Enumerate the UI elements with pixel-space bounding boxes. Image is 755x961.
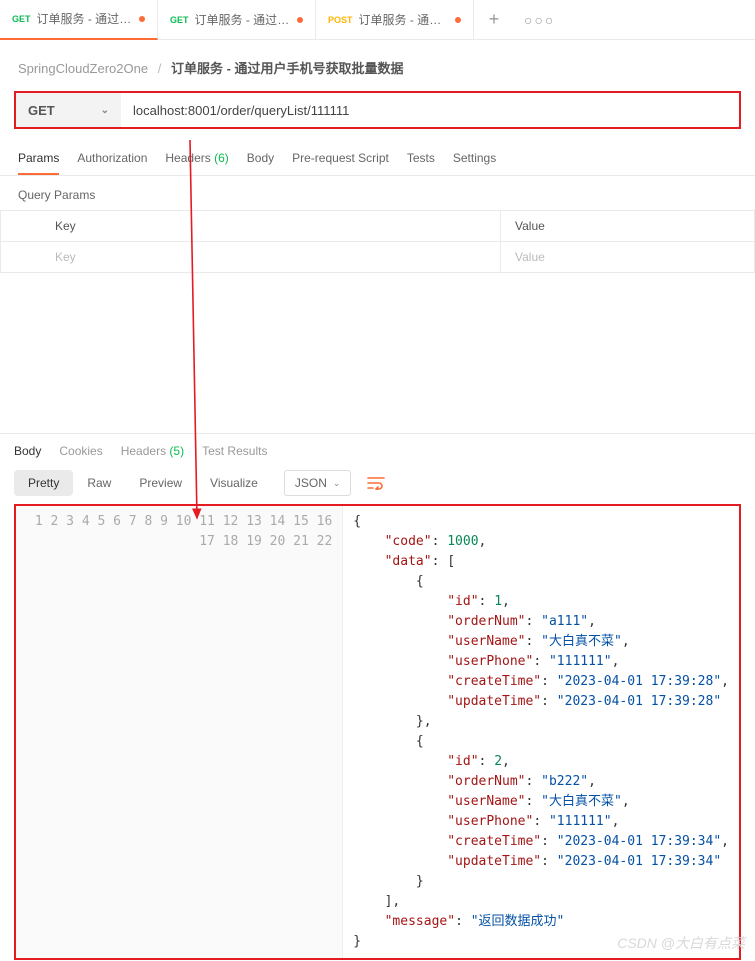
tab-method: POST (328, 15, 353, 25)
breadcrumb-collection[interactable]: SpringCloudZero2One (18, 61, 148, 76)
tab-1[interactable]: GET 订单服务 - 通过订单号删除 (158, 0, 316, 40)
breadcrumb: SpringCloudZero2One / 订单服务 - 通过用户手机号获取批量… (0, 40, 755, 91)
http-method-label: GET (28, 103, 55, 118)
tab-method: GET (170, 15, 189, 25)
tab-2[interactable]: POST 订单服务 - 通过订单号修改 (316, 0, 474, 40)
tab-title: 订单服务 - 通过订单号修改 (359, 11, 449, 28)
dirty-dot (455, 17, 461, 23)
subtab-settings[interactable]: Settings (453, 143, 496, 175)
chevron-down-icon: ⌄ (333, 478, 341, 489)
query-params-label: Query Params (0, 176, 755, 210)
request-subtabs: Params Authorization Headers (6) Body Pr… (0, 143, 755, 175)
dirty-dot (139, 16, 145, 22)
subtab-headers[interactable]: Headers (6) (165, 143, 228, 175)
column-header-value: Value (501, 211, 755, 242)
line-gutter: 1 2 3 4 5 6 7 8 9 10 11 12 13 14 15 16 1… (16, 506, 343, 958)
subtab-params[interactable]: Params (18, 143, 59, 175)
new-tab-button[interactable]: + (474, 9, 514, 30)
wrap-lines-icon[interactable] (361, 472, 391, 494)
response-tabs: Body Cookies Headers (5) Test Results (0, 434, 755, 466)
view-visualize[interactable]: Visualize (196, 470, 272, 496)
column-header-key: Key (1, 211, 501, 242)
tab-method: GET (12, 14, 31, 24)
dirty-dot (297, 17, 303, 23)
param-key-input[interactable] (55, 250, 486, 264)
request-url-bar: GET ⌄ (14, 91, 741, 129)
watermark: CSDN @大白有点菜 (617, 933, 745, 953)
breadcrumb-request: 订单服务 - 通过用户手机号获取批量数据 (171, 61, 404, 76)
param-value-input[interactable] (515, 250, 740, 264)
view-raw[interactable]: Raw (73, 470, 125, 496)
table-row[interactable] (1, 242, 755, 273)
response-toolbar: Pretty Raw Preview Visualize JSON ⌄ (0, 466, 755, 504)
request-tabs: GET 订单服务 - 通过用户手机号 GET 订单服务 - 通过订单号删除 PO… (0, 0, 755, 40)
query-params-table: Key Value (0, 210, 755, 273)
tab-title: 订单服务 - 通过用户手机号 (37, 10, 133, 27)
http-method-select[interactable]: GET ⌄ (16, 93, 121, 127)
tab-0[interactable]: GET 订单服务 - 通过用户手机号 (0, 0, 158, 40)
view-pretty[interactable]: Pretty (14, 470, 73, 496)
chevron-down-icon: ⌄ (101, 105, 109, 116)
resp-tab-body[interactable]: Body (14, 444, 41, 458)
tab-title: 订单服务 - 通过订单号删除 (195, 11, 291, 28)
resp-tab-testresults[interactable]: Test Results (202, 444, 267, 458)
subtab-authorization[interactable]: Authorization (77, 143, 147, 175)
response-body: 1 2 3 4 5 6 7 8 9 10 11 12 13 14 15 16 1… (14, 504, 741, 960)
url-input[interactable] (121, 93, 739, 127)
breadcrumb-separator: / (158, 61, 162, 76)
subtab-tests[interactable]: Tests (407, 143, 435, 175)
response-source[interactable]: { "code": 1000, "data": [ { "id": 1, "or… (343, 506, 739, 958)
view-preview[interactable]: Preview (125, 470, 196, 496)
resp-tab-cookies[interactable]: Cookies (59, 444, 102, 458)
resp-tab-headers[interactable]: Headers (5) (121, 444, 184, 458)
subtab-prerequest[interactable]: Pre-request Script (292, 143, 389, 175)
tab-overflow-button[interactable]: ○○○ (514, 12, 565, 28)
response-format-select[interactable]: JSON ⌄ (284, 470, 352, 496)
subtab-body[interactable]: Body (247, 143, 274, 175)
